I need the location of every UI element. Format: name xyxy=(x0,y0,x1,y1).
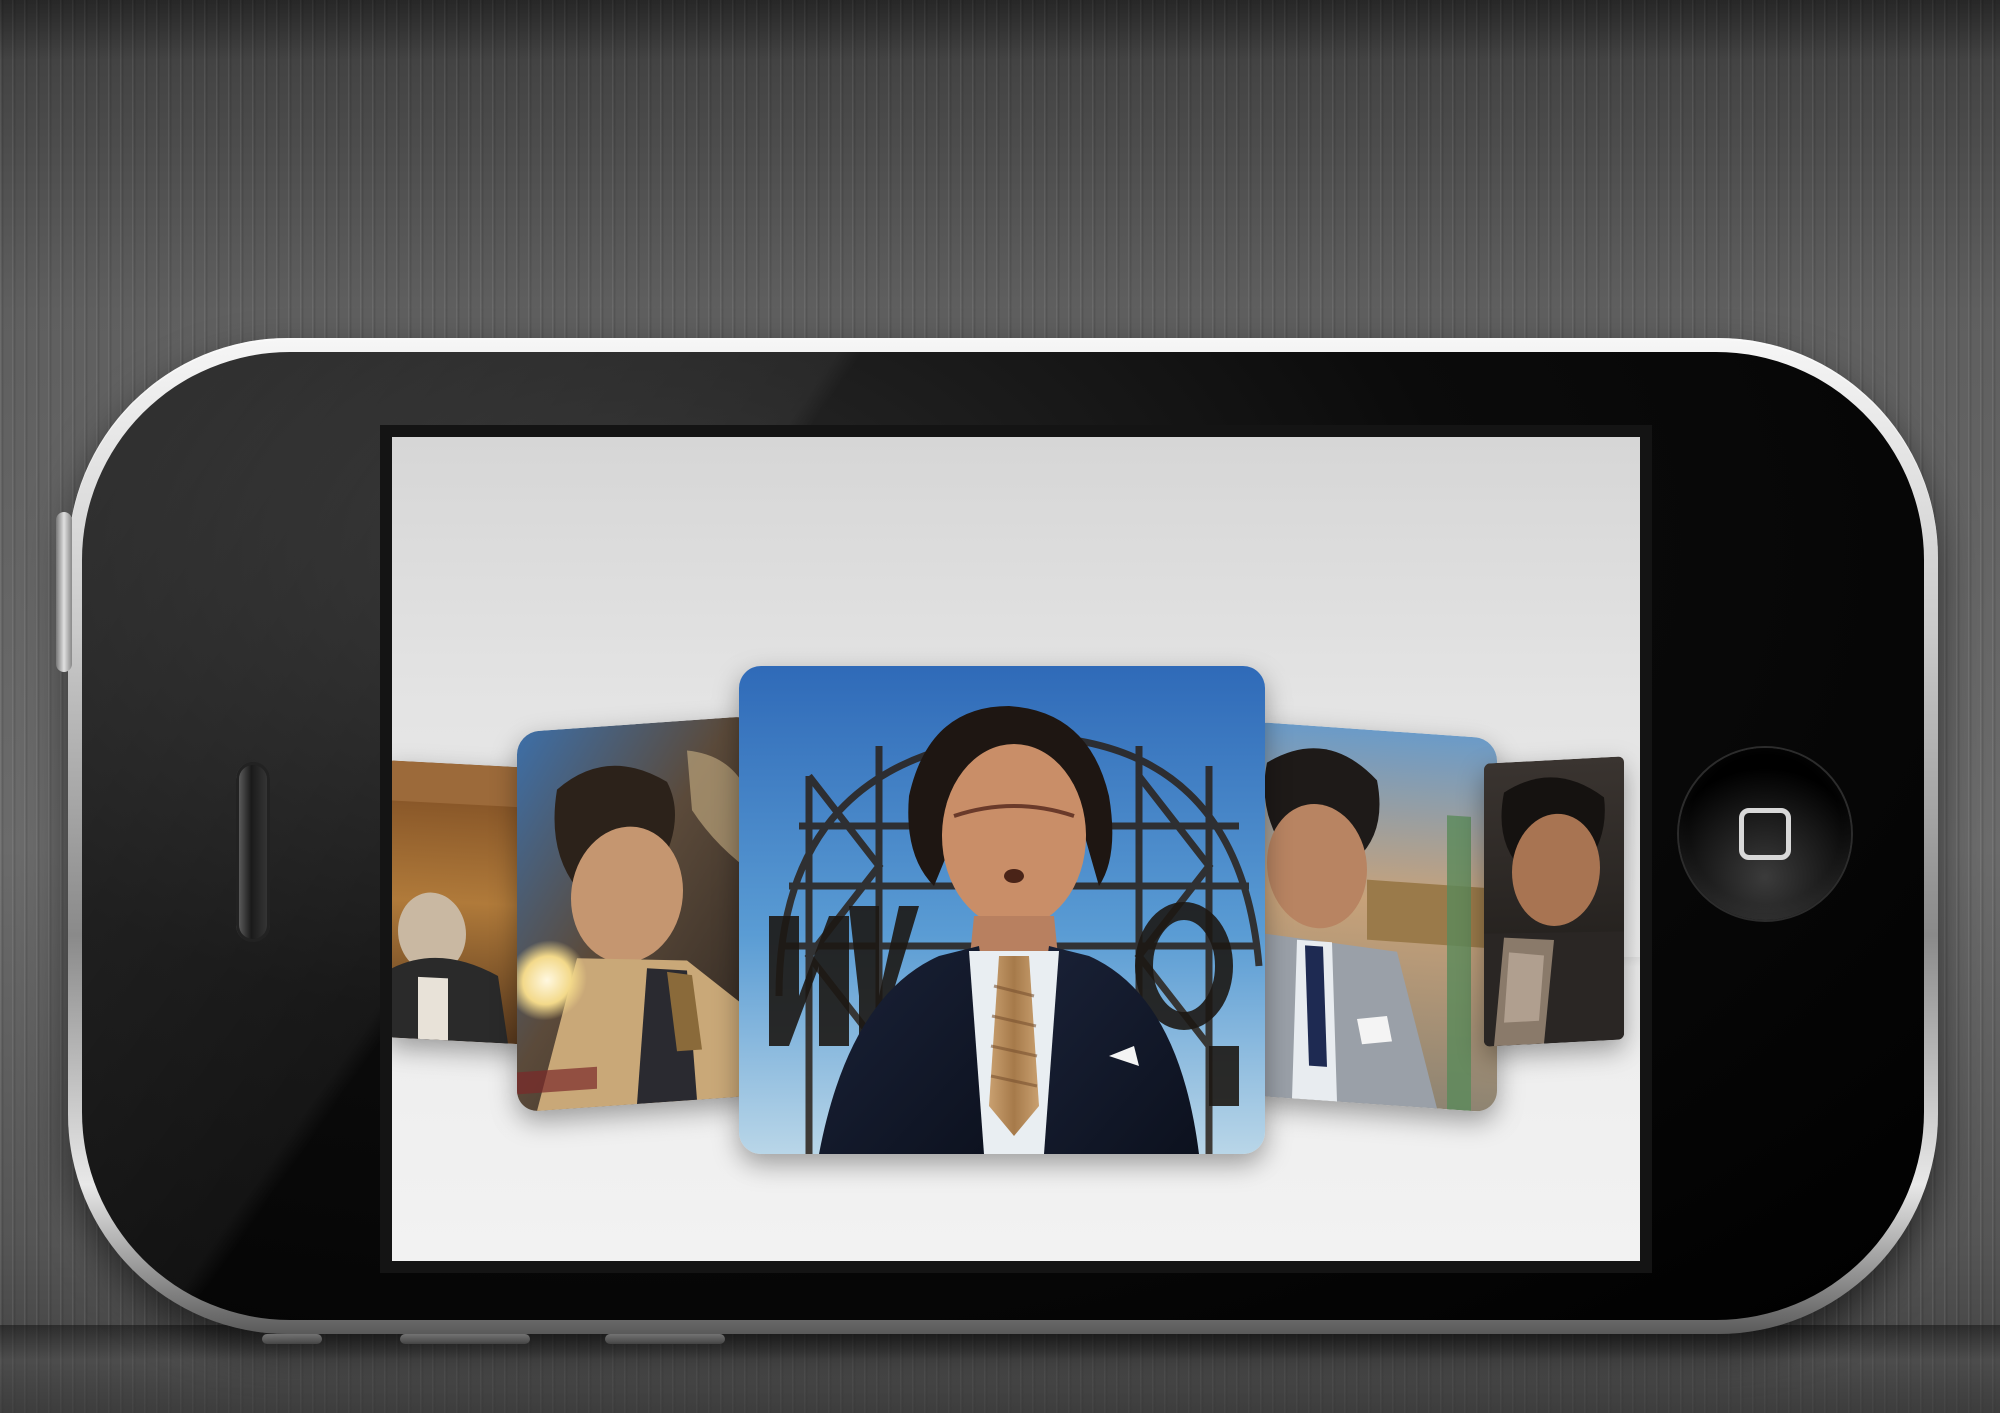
album-cover-icon xyxy=(1247,721,1497,1113)
cover-center[interactable] xyxy=(739,666,1265,1154)
cover-left[interactable] xyxy=(517,715,757,1113)
phone-device xyxy=(56,338,1938,1334)
side-button[interactable] xyxy=(56,512,72,672)
album-cover-icon xyxy=(392,760,530,1045)
album-cover-icon xyxy=(517,715,757,1113)
album-cover-icon xyxy=(739,666,1265,1154)
background-top-shade xyxy=(0,0,2000,60)
phone-face xyxy=(82,352,1924,1320)
bottom-port-mid xyxy=(400,1334,530,1344)
album-cover-icon xyxy=(1484,756,1624,1047)
cover-right[interactable] xyxy=(1247,721,1497,1113)
home-square-icon xyxy=(1739,808,1791,860)
earpiece-speaker xyxy=(236,762,270,942)
phone-screen[interactable] xyxy=(380,425,1652,1273)
home-button[interactable] xyxy=(1679,748,1851,920)
cover-far-right[interactable] xyxy=(1484,756,1624,1047)
bottom-port-left xyxy=(262,1334,322,1344)
bottom-port-right xyxy=(605,1334,725,1344)
cover-far-left[interactable] xyxy=(392,760,530,1045)
